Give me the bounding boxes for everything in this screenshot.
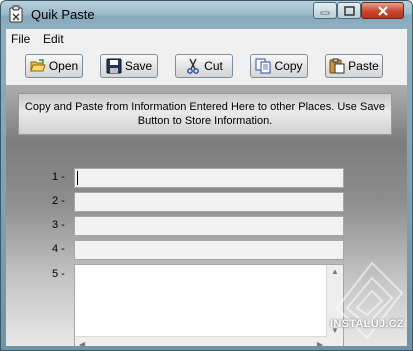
horizontal-scrollbar[interactable]: ◀ ▶: [75, 336, 327, 346]
field-1-input[interactable]: [74, 168, 344, 188]
menu-edit[interactable]: Edit: [43, 32, 64, 46]
instruction-banner: Copy and Paste from Information Entered …: [18, 93, 392, 135]
scroll-left-arrow-icon[interactable]: ◀: [79, 340, 85, 346]
window-title: Quik Paste: [31, 7, 95, 22]
minimize-icon: [320, 11, 330, 14]
copy-button[interactable]: Copy: [250, 54, 308, 78]
cut-button[interactable]: Cut: [175, 54, 233, 78]
paste-button-label: Paste: [348, 59, 379, 73]
text-caret: [77, 171, 78, 185]
field-4-input[interactable]: [74, 240, 344, 260]
title-bar[interactable]: Quik Paste: [1, 1, 412, 29]
field-2-input[interactable]: [74, 192, 344, 212]
copy-icon: [255, 58, 271, 74]
field-1-label: 1 -: [52, 171, 65, 183]
folder-open-icon: [30, 59, 46, 72]
close-button[interactable]: [361, 2, 404, 19]
scissors-icon: [187, 58, 200, 74]
menu-bar: File Edit: [6, 29, 407, 49]
menu-file[interactable]: File: [11, 32, 30, 46]
watermark-text: INSTALUJ.CZ: [330, 318, 404, 330]
paste-button[interactable]: Paste: [325, 54, 383, 78]
toolbar: Open Save Cut Copy Paste: [6, 49, 407, 85]
maximize-icon: [343, 5, 355, 16]
field-3-input[interactable]: [74, 216, 344, 236]
floppy-disk-icon: [106, 58, 122, 74]
app-window: Quik Paste File Edit Open Save Cut Copy …: [0, 0, 413, 351]
open-button-label: Open: [48, 59, 79, 73]
paste-icon: [329, 58, 345, 74]
save-button[interactable]: Save: [100, 54, 158, 78]
minimize-button[interactable]: [313, 2, 337, 19]
copy-button-label: Copy: [274, 59, 303, 73]
field-2-label: 2 -: [52, 195, 65, 207]
open-button[interactable]: Open: [25, 54, 83, 78]
field-4-label: 4 -: [52, 243, 65, 255]
close-icon: [377, 5, 388, 16]
cut-button-label: Cut: [204, 59, 223, 73]
maximize-button[interactable]: [337, 2, 361, 19]
app-icon: [9, 5, 23, 23]
field-5-textarea[interactable]: ▲ ▼ ◀ ▶: [74, 264, 344, 346]
field-5-label: 5 -: [52, 268, 65, 280]
save-button-label: Save: [124, 59, 153, 73]
field-3-label: 3 -: [52, 219, 65, 231]
